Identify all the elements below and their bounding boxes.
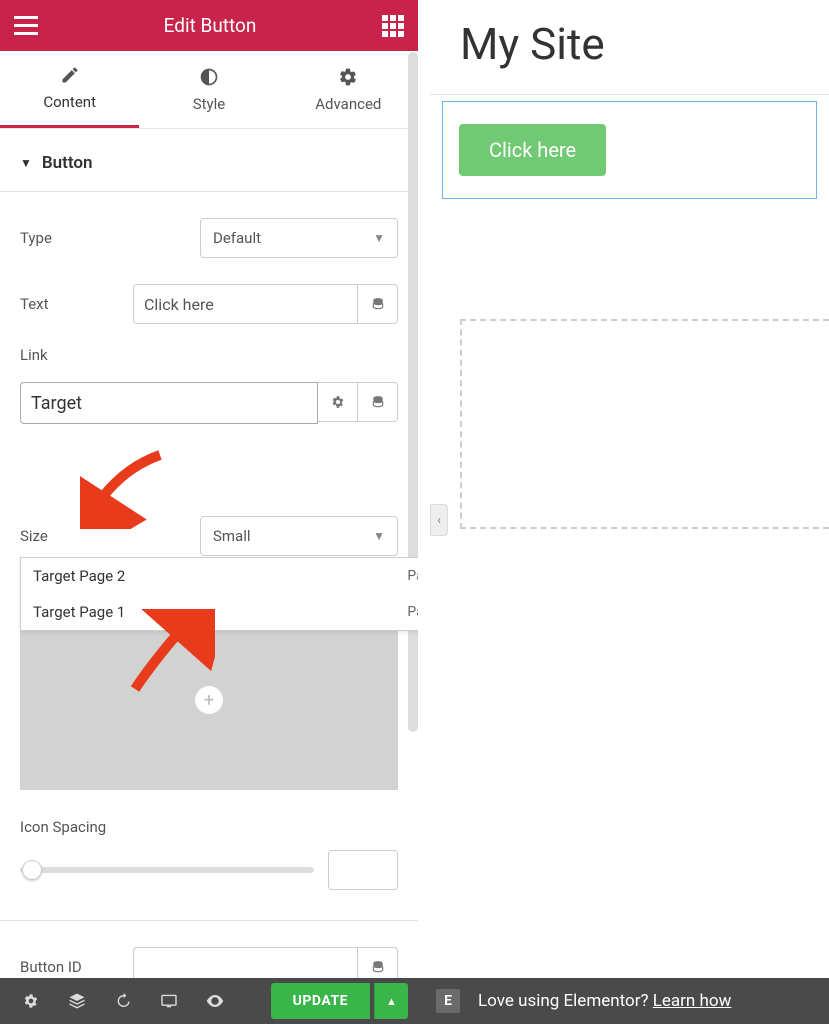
autocomplete-option[interactable]: Target Page 2 Page: [21, 558, 418, 594]
update-button[interactable]: UPDATE: [271, 983, 370, 1019]
type-label: Type: [20, 229, 200, 247]
contrast-icon: [199, 67, 219, 87]
tab-content[interactable]: Content: [0, 51, 139, 128]
apps-icon[interactable]: [382, 15, 404, 37]
link-dynamic-button[interactable]: [358, 382, 398, 422]
field-link: [20, 382, 398, 424]
update-options-button[interactable]: ▲: [374, 983, 408, 1019]
text-label: Text: [20, 295, 133, 313]
type-select[interactable]: Default ▼: [200, 218, 398, 258]
elementor-badge-icon: E: [436, 989, 460, 1013]
pencil-icon: [60, 65, 80, 85]
panel-title: Edit Button: [164, 14, 257, 37]
icon-spacing-slider[interactable]: [20, 867, 314, 873]
history-icon[interactable]: [102, 993, 144, 1009]
panel-body: ▼ Button Type Default ▼ Text Link: [0, 129, 418, 1024]
button-id-label: Button ID: [20, 958, 133, 976]
tab-advanced[interactable]: Advanced: [279, 51, 418, 128]
menu-icon[interactable]: [14, 16, 38, 35]
section-toggle-button[interactable]: ▼ Button: [0, 129, 418, 192]
divider: [430, 94, 829, 95]
tab-label: Content: [43, 93, 96, 111]
chevron-down-icon: ▼: [373, 231, 385, 245]
site-title: My Site: [430, 0, 829, 94]
editor-panel: Edit Button Content Style Advanced ▼ But…: [0, 0, 418, 1024]
field-size: Size Small ▼: [20, 516, 398, 556]
tab-label: Advanced: [315, 95, 381, 113]
icon-spacing-label: Icon Spacing: [20, 818, 398, 836]
preview-button[interactable]: Click here: [459, 124, 606, 176]
size-select[interactable]: Small ▼: [200, 516, 398, 556]
empty-section-drop-area[interactable]: [460, 319, 829, 529]
autocomplete-option[interactable]: Target Page 1 Page: [21, 594, 418, 630]
link-autocomplete-dropdown: Target Page 2 Page Target Page 1 Page: [20, 557, 418, 631]
navigator-icon[interactable]: [56, 992, 98, 1010]
option-title: Target Page 2: [33, 567, 125, 585]
option-kind: Page: [407, 568, 418, 584]
chevron-down-icon: ▼: [20, 156, 32, 170]
preview-canvas: My Site Click here ‹: [430, 0, 829, 978]
promo-link[interactable]: Learn how: [653, 991, 732, 1011]
tab-style[interactable]: Style: [139, 51, 278, 128]
widget-section-selected[interactable]: Click here: [442, 101, 817, 199]
link-label: Link: [20, 346, 398, 364]
option-title: Target Page 1: [33, 603, 125, 621]
field-type: Type Default ▼: [20, 218, 398, 258]
text-input[interactable]: [133, 284, 358, 324]
gear-icon: [331, 395, 345, 409]
collapse-panel-handle[interactable]: ‹: [430, 504, 448, 536]
database-icon: [371, 297, 385, 311]
slider-thumb[interactable]: [22, 860, 42, 880]
database-icon: [371, 395, 385, 409]
settings-icon[interactable]: [10, 993, 52, 1009]
size-value: Small: [213, 527, 251, 545]
type-value: Default: [213, 229, 261, 247]
promo-text: Love using Elementor? Learn how: [478, 991, 731, 1011]
preview-icon[interactable]: [194, 995, 236, 1007]
field-text: Text: [20, 284, 398, 324]
link-input[interactable]: [20, 382, 318, 424]
chevron-down-icon: ▼: [373, 529, 385, 543]
icon-picker[interactable]: +: [20, 610, 398, 790]
gear-icon: [338, 67, 358, 87]
responsive-icon[interactable]: [148, 994, 190, 1008]
app-footer: E Love using Elementor? Learn how: [418, 978, 829, 1024]
size-label: Size: [20, 527, 200, 545]
icon-spacing-input[interactable]: [328, 850, 398, 890]
plus-icon: +: [195, 686, 223, 714]
option-kind: Page: [407, 604, 418, 620]
database-icon: [371, 960, 385, 974]
editor-tabs: Content Style Advanced: [0, 51, 418, 129]
dynamic-icon[interactable]: [358, 284, 398, 324]
divider: [0, 920, 418, 921]
link-options-button[interactable]: [318, 382, 358, 422]
panel-footer: UPDATE ▲: [0, 978, 418, 1024]
tab-label: Style: [193, 95, 226, 113]
field-icon-spacing: [20, 850, 398, 890]
section-title: Button: [42, 153, 93, 173]
panel-header: Edit Button: [0, 0, 418, 51]
